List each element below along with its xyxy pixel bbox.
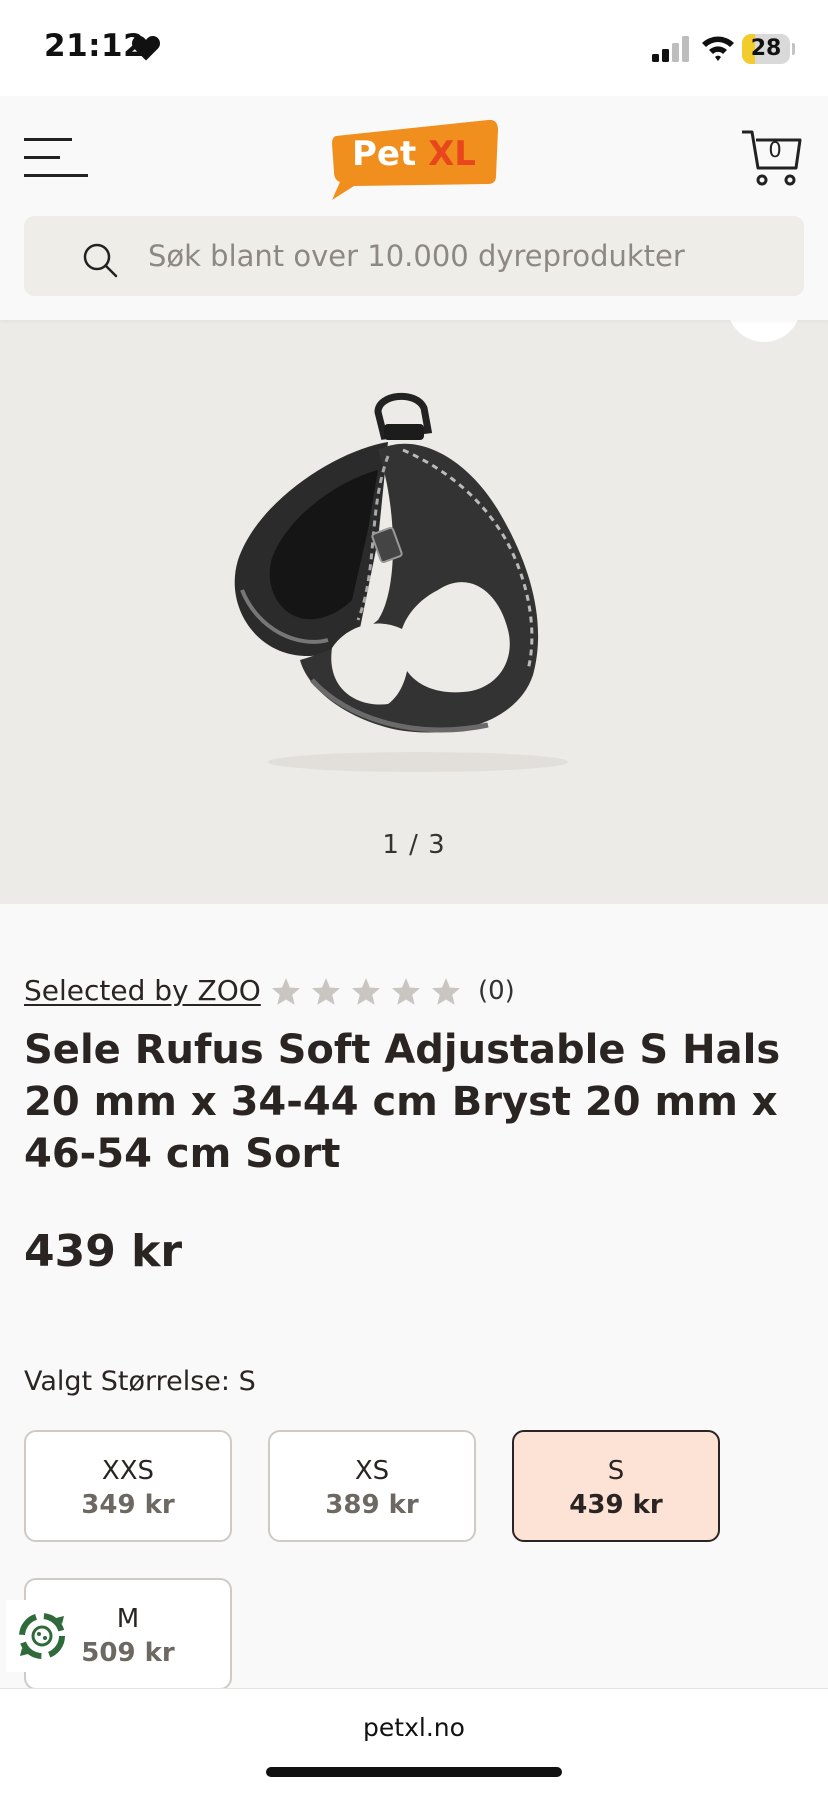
search-icon xyxy=(83,243,118,278)
logo-xl: XL xyxy=(428,134,476,174)
status-bar: 21:12 28 xyxy=(0,0,828,96)
favorite-button[interactable] xyxy=(727,320,801,342)
size-name: S xyxy=(607,1456,625,1486)
size-name: XS xyxy=(354,1456,390,1486)
product-price: 439 kr xyxy=(24,1226,183,1277)
battery-nub xyxy=(792,43,795,55)
size-price: 349 kr xyxy=(81,1490,175,1520)
wifi-icon xyxy=(702,36,734,61)
cart-count: 0 xyxy=(768,138,782,162)
search-bar[interactable] xyxy=(24,216,804,296)
size-price: 439 kr xyxy=(569,1490,663,1520)
battery-indicator: 28 xyxy=(742,34,790,64)
recycle-icon[interactable] xyxy=(6,1600,78,1672)
star-icon xyxy=(272,978,300,1005)
battery-level: 28 xyxy=(750,36,782,61)
signal-icon xyxy=(652,36,689,62)
search-input[interactable] xyxy=(148,216,768,296)
status-time: 21:12 xyxy=(44,28,146,64)
rating-stars[interactable] xyxy=(270,976,470,1008)
star-icon xyxy=(352,978,380,1005)
product-image-harness[interactable] xyxy=(228,390,598,780)
product-info: Selected by ZOO (0) Sele Rufus Soft Adju… xyxy=(0,904,828,1690)
brand-link[interactable]: Selected by ZOO xyxy=(24,974,261,1007)
heart-icon xyxy=(132,36,160,61)
star-icon xyxy=(312,978,340,1005)
gallery-counter: 1 / 3 xyxy=(382,830,446,860)
hamburger-menu-icon[interactable] xyxy=(24,136,90,180)
size-option-xxs[interactable]: XXS 349 kr xyxy=(24,1430,232,1542)
product-title: Sele Rufus Soft Adjustable S Hals 20 mm … xyxy=(24,1027,781,1177)
size-option-s[interactable]: S 439 kr xyxy=(512,1430,720,1542)
logo-pet: Pet xyxy=(352,134,417,174)
url-text[interactable]: petxl.no xyxy=(0,1713,828,1742)
review-count[interactable]: (0) xyxy=(478,976,515,1006)
product-gallery[interactable]: 1 / 3 xyxy=(0,320,828,904)
home-indicator[interactable] xyxy=(266,1767,562,1777)
size-price: 389 kr xyxy=(325,1490,419,1520)
logo-text: Pet XL xyxy=(328,118,500,190)
selected-size-label: Valgt Størrelse: S xyxy=(24,1366,256,1397)
petxl-logo[interactable]: Pet XL xyxy=(328,118,500,200)
star-icon xyxy=(432,978,460,1005)
browser-url-bar[interactable]: petxl.no xyxy=(0,1688,828,1793)
size-option-xs[interactable]: XS 389 kr xyxy=(268,1430,476,1542)
size-name: XXS xyxy=(101,1456,155,1486)
star-icon xyxy=(392,978,420,1005)
site-header: Pet XL 0 xyxy=(0,96,828,320)
